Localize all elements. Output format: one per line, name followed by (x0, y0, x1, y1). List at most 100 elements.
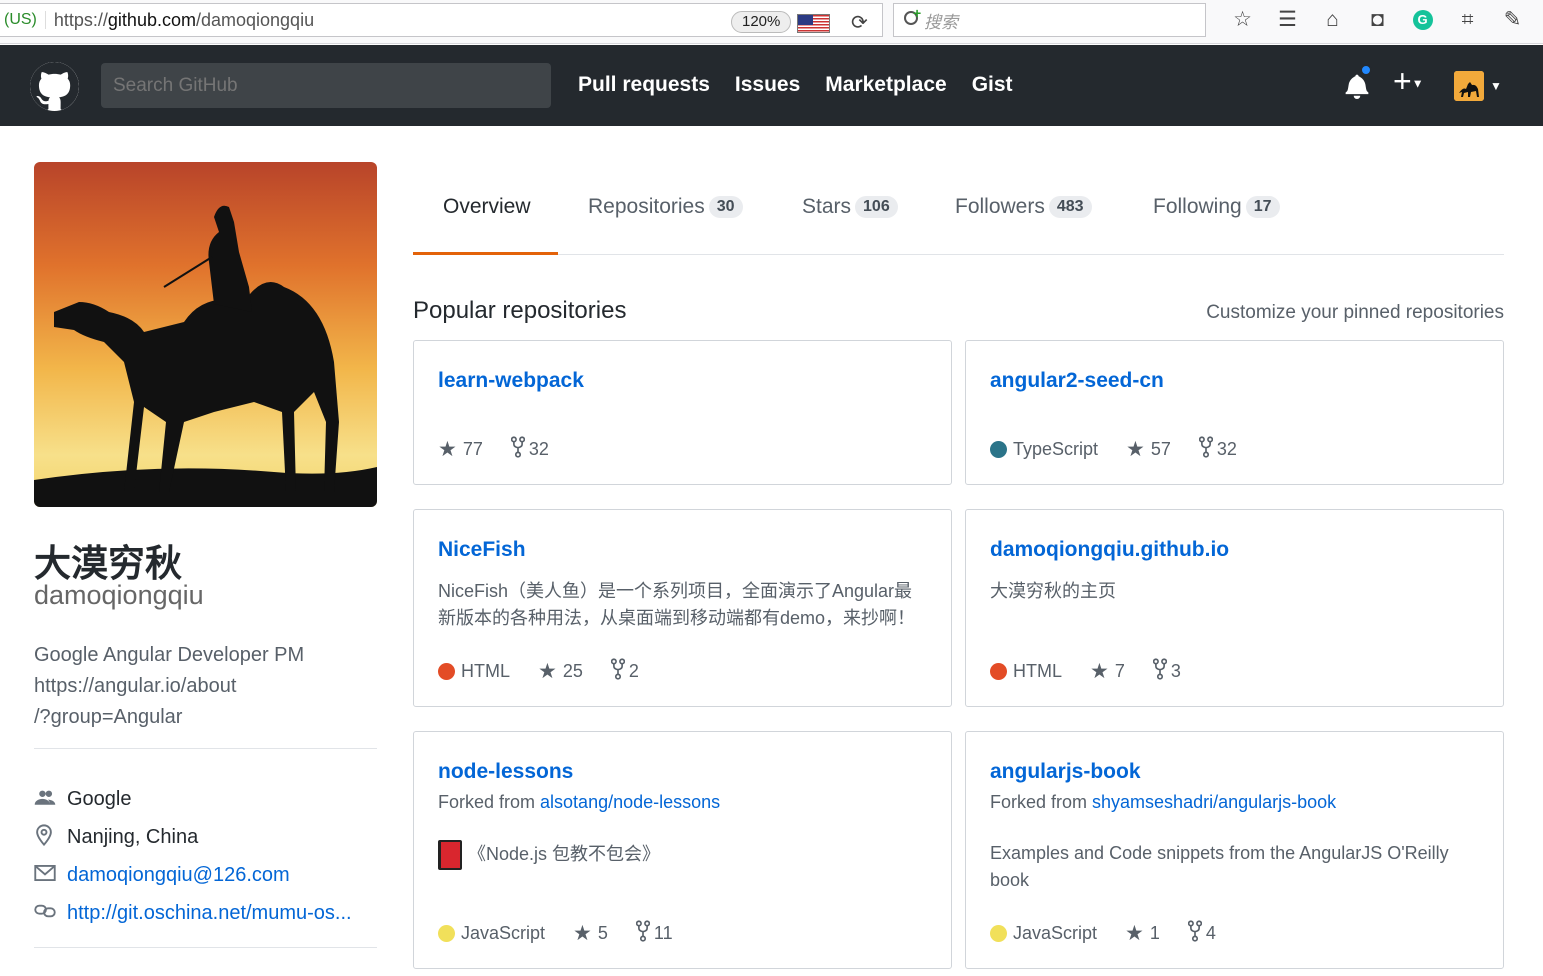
popular-repos-heading: Popular repositories (413, 297, 627, 324)
repo-language: HTML (990, 661, 1062, 682)
star-icon: ★ (1090, 660, 1109, 683)
download-icon[interactable]: ⤓ (1535, 6, 1543, 34)
url-text[interactable]: https://github.com/damoqiongqiu (46, 10, 314, 31)
website-link[interactable]: http://git.oschina.net/mumu-os... (67, 902, 352, 925)
browser-search-box[interactable]: 搜索 (893, 3, 1206, 37)
mail-icon (34, 864, 67, 886)
site-identity[interactable]: (US) (0, 11, 46, 29)
language-color-dot (990, 663, 1007, 680)
tab-following[interactable]: Following 17 (1153, 195, 1280, 219)
nav-issues[interactable]: Issues (735, 73, 800, 97)
repo-name-link[interactable]: NiceFish (438, 538, 526, 562)
forked-from: Forked from shyamseshadri/angularjs-book (990, 792, 1337, 812)
repo-stars[interactable]: ★ 25 (538, 659, 583, 684)
repo-forks[interactable]: 32 (1198, 436, 1237, 463)
repo-language: TypeScript (990, 439, 1098, 460)
nav-pull-requests[interactable]: Pull requests (578, 73, 710, 97)
forked-from-link[interactable]: shyamseshadri/angularjs-book (1092, 792, 1336, 812)
profile-details: Google Nanjing, China damoqiongqiu@126.c… (34, 780, 352, 932)
search-engine-icon[interactable] (902, 5, 924, 31)
repo-forks[interactable]: 32 (510, 436, 549, 463)
user-avatar[interactable] (1454, 71, 1484, 101)
language-color-dot (438, 925, 455, 942)
repo-card: learn-webpack ★ 77 32 (413, 340, 952, 485)
caret-down-icon: ▼ (1411, 76, 1424, 91)
repo-meta: JavaScript ★ 5 11 (438, 920, 701, 947)
repo-card: NiceFish NiceFish（美人鱼）是一个系列项目，全面演示了Angul… (413, 509, 952, 707)
bio-line: Google Angular Developer PM (34, 644, 305, 666)
people-icon (34, 788, 67, 811)
repo-stars[interactable]: ★ 7 (1090, 659, 1125, 684)
customize-pinned-link[interactable]: Customize your pinned repositories (1206, 302, 1504, 324)
tab-followers[interactable]: Followers 483 (955, 195, 1092, 219)
fork-icon (1198, 436, 1214, 463)
repo-forks[interactable]: 11 (635, 920, 673, 947)
profile-tabs: Overview Repositories 30 Stars 106 Followe… (413, 162, 1504, 255)
star-icon: ★ (573, 922, 592, 945)
repo-stars[interactable]: ★ 5 (573, 921, 608, 946)
reload-icon[interactable]: ⟳ (851, 10, 868, 35)
repo-meta: HTML ★ 25 2 (438, 658, 667, 685)
nav-gist[interactable]: Gist (972, 73, 1013, 97)
tab-counter: 106 (855, 196, 898, 218)
eyedropper-icon[interactable]: ✎ (1490, 6, 1535, 34)
star-icon: ★ (1126, 438, 1145, 461)
github-search-input[interactable] (101, 63, 551, 108)
browser-toolbar-icons: ☆ ☰ ⌂ ◘ G ⌗ ✎ ⤓ (1220, 6, 1543, 34)
create-new-dropdown[interactable]: +▼ (1393, 63, 1424, 100)
repo-forks[interactable]: 2 (610, 658, 639, 685)
github-logo-icon[interactable] (30, 62, 79, 111)
tab-stars[interactable]: Stars 106 (802, 195, 898, 219)
location-text: Nanjing, China (67, 825, 199, 848)
nav-marketplace[interactable]: Marketplace (825, 73, 946, 97)
repo-stars[interactable]: ★ 57 (1126, 437, 1171, 462)
language-color-dot (990, 925, 1007, 942)
fork-icon (1187, 920, 1203, 947)
home-icon[interactable]: ⌂ (1310, 6, 1355, 34)
location-icon (34, 823, 67, 851)
github-header: Pull requests Issues Marketplace Gist +▼… (0, 45, 1543, 126)
email-link[interactable]: damoqiongqiu@126.com (67, 864, 290, 887)
avatar-caret-icon[interactable]: ▼ (1490, 79, 1502, 93)
repo-forks[interactable]: 3 (1152, 658, 1181, 685)
bio-line: /?group=Angular (34, 706, 183, 728)
profile-company: Google (34, 780, 352, 818)
star-icon: ★ (438, 438, 457, 461)
profile-location: Nanjing, China (34, 818, 352, 856)
repo-name-link[interactable]: angularjs-book (990, 760, 1141, 784)
profile-avatar (34, 162, 377, 507)
repo-name-link[interactable]: angular2-seed-cn (990, 369, 1164, 393)
reading-list-icon[interactable]: ☰ (1265, 6, 1310, 34)
crop-icon[interactable]: ⌗ (1445, 6, 1490, 34)
repo-name-link[interactable]: node-lessons (438, 760, 573, 784)
tab-counter: 30 (708, 196, 743, 218)
language-color-dot (438, 663, 455, 680)
repo-stars[interactable]: ★ 1 (1125, 921, 1160, 946)
us-flag-icon[interactable] (797, 14, 830, 33)
repo-meta: HTML ★ 7 3 (990, 658, 1209, 685)
repo-card: damoqiongqiu.github.io 大漠穷秋的主页 HTML ★ 7 3 (965, 509, 1504, 707)
grammarly-icon[interactable]: G (1400, 6, 1445, 34)
company-name: Google (67, 787, 132, 810)
forked-from: Forked from alsotang/node-lessons (438, 792, 721, 812)
book-emoji-icon (438, 840, 462, 870)
repo-name-link[interactable]: damoqiongqiu.github.io (990, 538, 1229, 562)
zoom-indicator[interactable]: 120% (731, 11, 792, 33)
pocket-icon[interactable]: ◘ (1355, 6, 1400, 34)
selected-tab-indicator (413, 252, 558, 255)
tab-overview[interactable]: Overview (443, 195, 531, 219)
repo-forks[interactable]: 4 (1187, 920, 1216, 947)
profile-bio: Google Angular Developer PM https://angu… (34, 640, 354, 733)
repo-description: 《Node.js 包教不包会》 (438, 840, 928, 870)
bookmark-star-icon[interactable]: ☆ (1220, 6, 1265, 34)
repo-stars[interactable]: ★ 77 (438, 437, 483, 462)
forked-from-link[interactable]: alsotang/node-lessons (540, 792, 720, 812)
profile-email: damoqiongqiu@126.com (34, 856, 352, 894)
address-bar[interactable]: (US) https://github.com/damoqiongqiu 120… (0, 3, 883, 37)
notification-indicator (1360, 64, 1372, 76)
notification-bell-icon[interactable] (1345, 64, 1372, 99)
repo-card: angularjs-book Forked from shyamseshadri… (965, 731, 1504, 969)
repo-language: JavaScript (990, 923, 1097, 944)
tab-repositories[interactable]: Repositories 30 (588, 195, 743, 219)
repo-name-link[interactable]: learn-webpack (438, 369, 584, 393)
